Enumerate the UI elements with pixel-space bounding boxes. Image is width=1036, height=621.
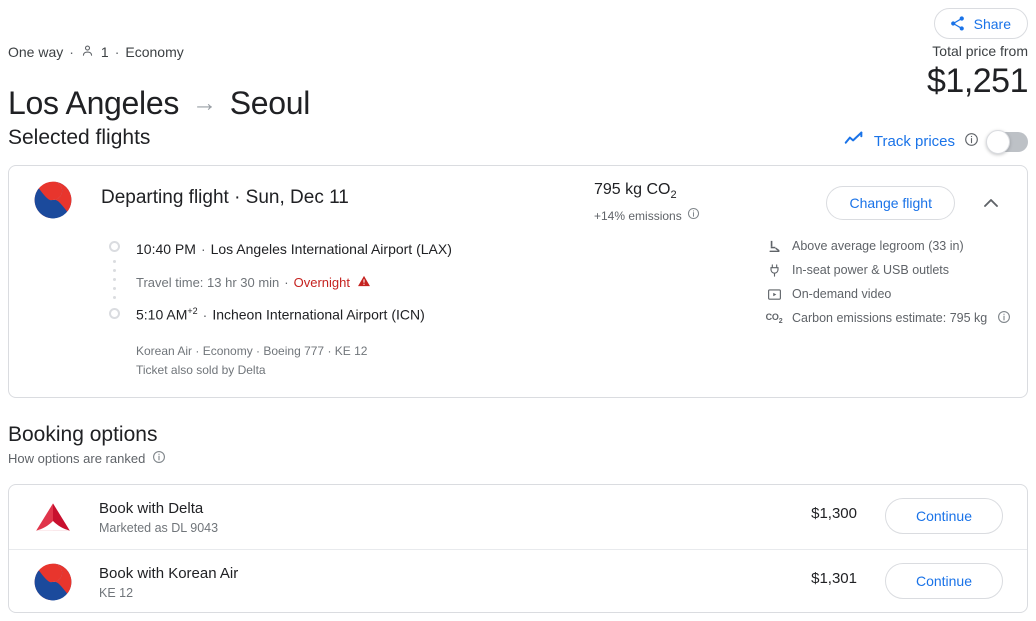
arrival-separator: · [202,306,208,323]
co2-icon: CO2 [765,311,783,325]
korean-air-logo [33,562,73,602]
track-prices-toggle[interactable] [986,129,1028,154]
share-icon [949,15,966,32]
amenities-list: Above average legroom (33 in) In-seat po… [766,234,1011,330]
co2-subscript: 2 [670,189,677,202]
legroom-icon [766,239,782,254]
amenity-emissions: CO2 Carbon emissions estimate: 795 kg [766,306,1011,330]
co2-value-text: 795 kg CO [594,181,671,198]
co2-summary: 795 kg CO2 +14% emissions [594,180,700,225]
arrival-day-offset: +2 [187,306,198,316]
warning-triangle-icon [357,274,371,291]
continue-button[interactable]: Continue [884,563,1003,599]
flight-card-header: Departing flight · Sun, Dec 11 795 kg CO… [9,166,1027,234]
booking-row-name: Book with Korean Air [99,565,239,582]
how-options-ranked-row: How options are ranked [8,450,166,467]
booking-row-meta: Marketed as DL 9043 [99,521,219,535]
continue-button[interactable]: Continue [884,498,1003,534]
trip-meta: One way · 1 · Economy [8,43,184,61]
total-price-value: $1,251 [927,62,1029,100]
departure-row: 10:40 PM · Los Angeles International Airpo… [136,241,452,257]
delta-logo [33,497,73,537]
cabin-class[interactable]: Economy [125,44,183,60]
arrival-airport: Incheon International Airport (ICN) [212,306,425,323]
departure-time: 10:40 PM [136,241,196,257]
amenity-legroom: Above average legroom (33 in) [766,234,1011,258]
departure-separator: · [200,241,206,257]
travel-time-row: Travel time: 13 hr 30 min · Overnight [136,274,371,291]
meta-separator-1: · [69,44,74,60]
itinerary-timeline [109,238,121,319]
travel-separator: · [284,275,289,290]
flight-details-line-2: Ticket also sold by Delta [136,363,266,377]
track-prices-label[interactable]: Track prices [874,133,955,150]
timeline-connector-dot [113,278,116,281]
travel-time: Travel time: 13 hr 30 min [136,275,280,290]
booking-row-price: $1,301 [811,570,857,587]
info-icon[interactable] [964,132,979,152]
meta-separator-2: · [114,44,120,60]
korean-air-logo [33,180,73,220]
info-icon[interactable] [152,450,166,467]
chevron-up-icon[interactable] [979,191,1003,215]
flight-details-text: Korean Air · Economy · Boeing 777 · KE 1… [136,342,367,380]
selected-flights-heading: Selected flights [8,126,151,149]
amenity-label: On-demand video [792,287,892,301]
booking-row-korean-air[interactable]: Book with Korean Air KE 12 $1,301 Contin… [9,549,1027,613]
track-prices-row: Track prices [843,128,1028,155]
emissions-delta: +14% emissions [594,209,682,224]
timeline-end-dot [109,308,120,319]
arrival-row: 5:10 AM+2 · Incheon International Airport … [136,306,425,323]
booking-row-meta: KE 12 [99,586,134,600]
emissions-delta-row: +14% emissions [594,207,700,225]
change-flight-button[interactable]: Change flight [826,186,955,220]
destination-city: Seoul [229,85,311,122]
trip-type[interactable]: One way [8,44,63,60]
total-price-label: Total price from [932,43,1028,59]
info-icon[interactable] [997,310,1011,327]
booking-row-delta[interactable]: Book with Delta Marketed as DL 9043 $1,3… [9,485,1027,549]
flight-booking-page: Share One way · 1 · Economy Los Angeles … [0,0,1036,621]
departure-airport: Los Angeles International Airport (LAX) [210,241,452,257]
toggle-knob [986,129,1010,154]
booking-row-price: $1,300 [811,505,857,522]
route-title: Los Angeles → Seoul [8,85,310,122]
timeline-start-dot [109,241,120,252]
video-player-icon [766,287,782,302]
amenity-power: In-seat power & USB outlets [766,258,1011,282]
amenity-label: Carbon emissions estimate: 795 kg [792,311,988,325]
timeline-connector-dot [113,260,116,263]
passenger-count[interactable]: 1 [101,44,109,60]
amenity-video: On-demand video [766,282,1011,306]
share-button[interactable]: Share [933,8,1028,39]
person-icon [80,43,95,61]
co2-value: 795 kg CO2 [594,180,700,205]
timeline-connector-dot [113,296,116,299]
overnight-label: Overnight [293,275,351,290]
arrival-time: 5:10 AM [136,306,188,323]
share-button-label: Share [973,15,1011,32]
booking-options-heading: Booking options [8,423,158,446]
timeline-connector-dot [113,287,116,290]
flight-card-title: Departing flight · Sun, Dec 11 [101,187,349,208]
timeline-connector-dot [113,269,116,272]
power-plug-icon [766,263,782,278]
amenity-label: Above average legroom (33 in) [792,239,964,253]
trend-line-icon [843,128,865,155]
booking-row-name: Book with Delta [99,500,204,517]
amenity-label: In-seat power & USB outlets [792,263,950,277]
share-row: Share [933,8,1028,39]
origin-city: Los Angeles [8,85,180,122]
info-icon[interactable] [687,207,700,225]
departing-flight-card: Departing flight · Sun, Dec 11 795 kg CO… [8,165,1028,398]
how-options-ranked-label[interactable]: How options are ranked [8,451,145,466]
flight-details-line-1: Korean Air · Economy · Boeing 777 · KE 1… [136,344,368,358]
route-arrow-icon: → [192,89,217,118]
booking-options-card: Book with Delta Marketed as DL 9043 $1,3… [8,484,1028,613]
